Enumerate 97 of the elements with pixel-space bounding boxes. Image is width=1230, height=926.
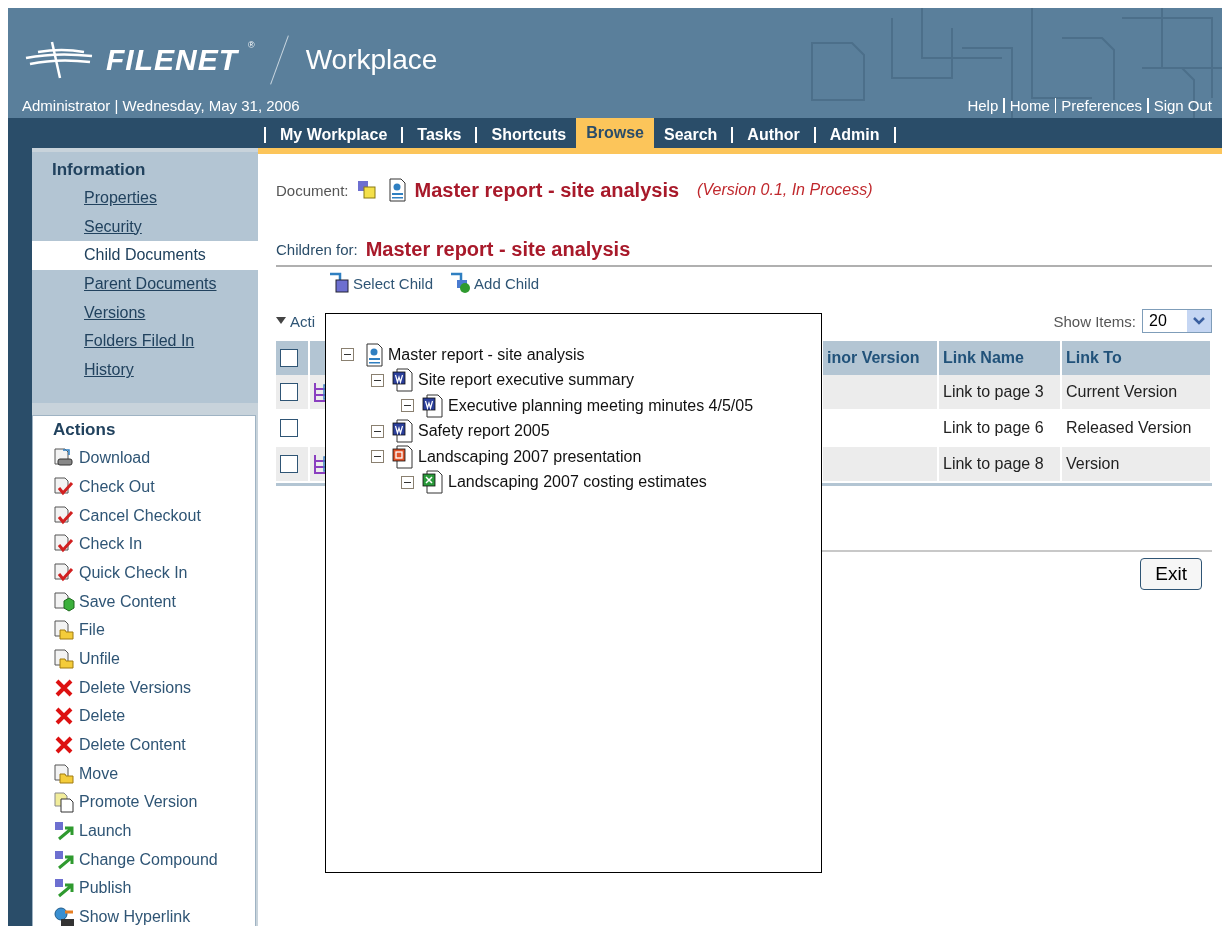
column-header[interactable]: Link To (1062, 341, 1212, 375)
collapse-icon[interactable] (401, 475, 414, 489)
header-link[interactable]: Preferences (1061, 97, 1143, 114)
tree-item[interactable]: Master report - site analysis (388, 345, 585, 364)
nav-tab[interactable]: Author (737, 122, 810, 148)
header-link[interactable]: Home (1009, 97, 1050, 114)
section-title: Actions (53, 419, 117, 440)
section-title: Information (51, 160, 147, 180)
version-status: (Version 0.1, In Process) (697, 181, 873, 199)
action-link[interactable]: Download (53, 443, 255, 473)
column-header[interactable]: Link Name (939, 341, 1062, 375)
tree-item[interactable]: Safety report 2005 (418, 422, 550, 441)
nav-tab[interactable]: My Workplace (270, 122, 398, 148)
action-link[interactable]: Publish (53, 874, 255, 903)
action-link[interactable]: Move (53, 759, 255, 789)
action-link[interactable]: Show Hyperlink (53, 902, 255, 926)
compound-document-icon (356, 180, 377, 200)
action-link[interactable]: Delete Content (53, 730, 255, 760)
table-cell: Version (1062, 447, 1212, 483)
children-title: Master report - site analysis (365, 238, 631, 261)
collapse-icon[interactable] (341, 348, 354, 362)
document-check-icon (53, 475, 75, 498)
document-title: Master report - site analysis (414, 178, 680, 202)
document-folder-icon (53, 647, 75, 670)
collapse-icon[interactable] (401, 399, 414, 413)
action-link[interactable]: Promote Version (53, 788, 255, 817)
action-link[interactable]: File (53, 615, 255, 645)
tree-item[interactable]: Landscaping 2007 costing estimates (448, 473, 707, 492)
sidebar-link[interactable]: Child Documents (32, 241, 258, 271)
action-link[interactable]: Unfile (53, 644, 255, 674)
row-checkbox[interactable] (280, 455, 298, 473)
document-cube-icon (53, 590, 75, 613)
sidebar-link[interactable]: Versions (32, 298, 258, 328)
presentation-document-icon (392, 444, 414, 469)
toolbar-link[interactable]: Add Child (449, 272, 540, 294)
tree-item[interactable]: Landscaping 2007 presentation (418, 447, 642, 466)
row-checkbox[interactable] (280, 383, 298, 401)
document-folder-icon (53, 762, 75, 785)
action-link[interactable]: Check In (53, 529, 255, 559)
exit-button[interactable]: Exit (1140, 558, 1202, 590)
document-icon (53, 791, 75, 814)
collapse-icon[interactable] (371, 450, 384, 464)
nav-tab[interactable]: Search (653, 122, 728, 148)
registered-mark: ® (248, 40, 255, 50)
collapse-icon[interactable] (371, 424, 384, 438)
document-label: Document: (276, 181, 349, 199)
word-document-icon (392, 419, 414, 444)
document-check-icon (53, 561, 75, 584)
spreadsheet-document-icon (422, 470, 444, 495)
tree-item[interactable]: Site report executive summary (418, 371, 635, 390)
sidebar-link[interactable]: Security (32, 212, 258, 242)
action-link[interactable]: Delete (53, 702, 255, 731)
header-link[interactable]: Sign Out (1153, 97, 1212, 114)
action-link[interactable]: Check Out (53, 472, 255, 502)
action-link[interactable]: Delete Versions (53, 673, 255, 702)
select-child-icon (328, 272, 350, 294)
document-check-icon (53, 504, 75, 527)
arrow-icon (53, 877, 75, 900)
add-child-icon (449, 272, 472, 294)
brand-name: FILENET (106, 43, 238, 77)
arrow-icon (53, 820, 75, 843)
table-cell: Current Version (1062, 375, 1212, 411)
select-all-checkbox[interactable] (280, 349, 298, 367)
collapse-icon[interactable] (371, 373, 384, 387)
nav-tab[interactable]: Shortcuts (481, 122, 577, 148)
action-link[interactable]: Cancel Checkout (53, 501, 255, 530)
column-header[interactable]: inor Version (823, 341, 939, 375)
show-items-label: Show Items: (1053, 312, 1136, 330)
sidebar-link[interactable]: History (32, 356, 258, 385)
user-date: Administrator | Wednesday, May 31, 2006 (22, 97, 300, 114)
children-label: Children for: (276, 241, 358, 258)
product-name: Workplace (305, 44, 438, 76)
document-folder-icon (53, 619, 75, 642)
table-cell: Link to page 8 (939, 447, 1062, 483)
nav-tab[interactable]: Admin (819, 122, 890, 148)
caret-icon (276, 317, 286, 325)
row-checkbox[interactable] (280, 419, 298, 437)
header-link[interactable]: Help (967, 97, 999, 114)
nav-tab[interactable]: Tasks (407, 122, 472, 148)
arrow-icon (53, 848, 75, 871)
sidebar-link[interactable]: Properties (32, 184, 258, 213)
action-link[interactable]: Launch (53, 816, 255, 846)
show-items-select[interactable]: 20 (1142, 309, 1212, 333)
action-link[interactable]: Change Compound (53, 845, 255, 875)
sidebar-link[interactable]: Folders Filed In (32, 327, 258, 357)
nav-tab[interactable]: Browse (576, 118, 654, 148)
action-link[interactable]: Quick Check In (53, 558, 255, 588)
word-document-icon (392, 368, 414, 393)
dropdown-icon (1187, 310, 1211, 332)
table-cell: Link to page 3 (939, 375, 1062, 411)
actions-toggle[interactable]: Acti (276, 312, 315, 330)
action-link[interactable]: Save Content (53, 587, 255, 616)
toolbar-link[interactable]: Select Child (328, 272, 434, 294)
globe-icon (53, 906, 75, 926)
sidebar-link[interactable]: Parent Documents (32, 270, 258, 299)
word-document-icon (422, 393, 444, 418)
tree-item[interactable]: Executive planning meeting minutes 4/5/05 (448, 396, 754, 415)
